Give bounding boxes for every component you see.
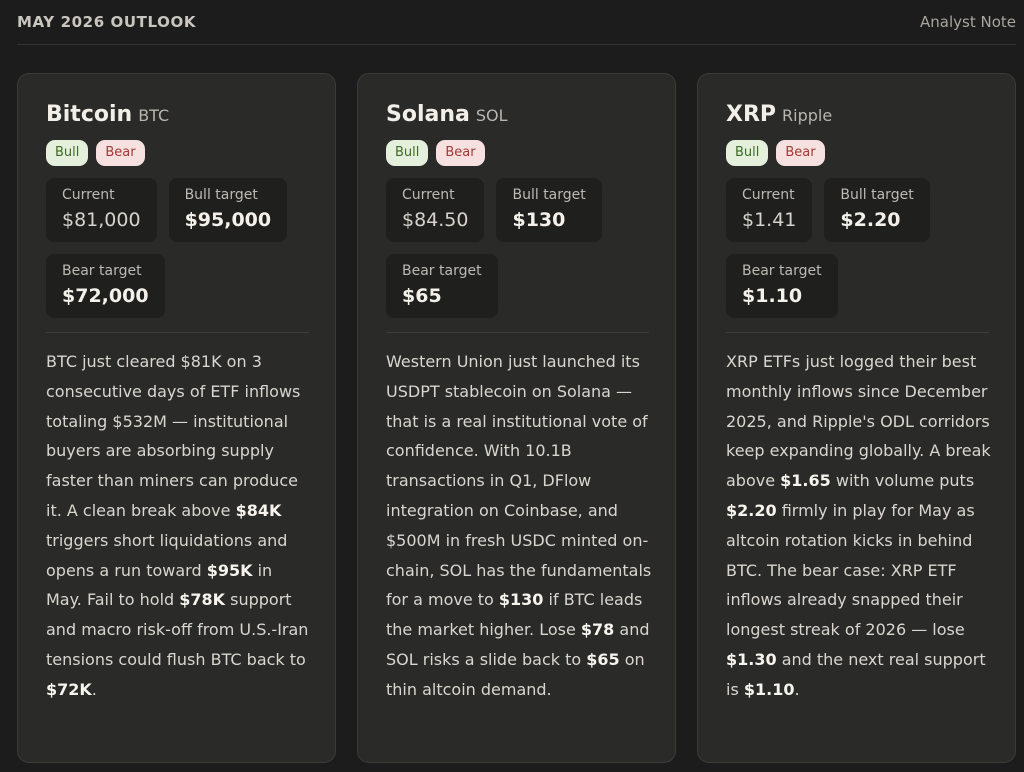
price-highlight: $95K	[206, 560, 253, 580]
price-highlight: $1.65	[780, 471, 831, 491]
bear-target-label: Bear target	[62, 263, 142, 279]
current-price-stat: Current $81,000	[46, 178, 157, 242]
bear-target-label: Bear target	[402, 263, 482, 279]
bull-badge: Bull	[726, 140, 769, 166]
page-title: MAY 2026 OUTLOOK	[17, 13, 197, 31]
price-highlight: $1.10	[743, 679, 795, 699]
price-highlight: $2.20	[726, 500, 777, 520]
price-highlight: $65	[586, 649, 620, 669]
price-stats: Current $84.50 Bull target $130 Bear tar…	[386, 178, 650, 318]
coin-card: Solana SOL Bull Bear Current $84.50 Bull…	[357, 73, 676, 763]
price-highlight: $130	[498, 590, 544, 610]
analysis-text: Western Union just launched its USDPT st…	[386, 347, 652, 705]
current-price-value: $1.41	[742, 209, 797, 231]
bull-target-value: $130	[512, 209, 566, 231]
bear-target-value: $1.10	[742, 285, 803, 307]
bear-target-stat: Bear target $1.10	[726, 254, 838, 318]
price-highlight: $84K	[235, 500, 282, 520]
bull-target-stat: Bull target $95,000	[168, 178, 288, 242]
bear-badge: Bear	[96, 140, 145, 166]
bear-target-label: Bear target	[742, 263, 822, 279]
analyst-note-label: Analyst Note	[920, 13, 1016, 31]
card-title-row: Bitcoin BTC	[46, 102, 307, 136]
bull-target-stat: Bull target $130	[496, 178, 602, 242]
analysis-text-segment: Western Union just launched its USDPT st…	[386, 352, 652, 610]
card-title-row: XRP Ripple	[726, 102, 987, 136]
coin-name: Solana	[386, 102, 470, 127]
bear-badge: Bear	[776, 140, 825, 166]
analysis-text-segment: .	[794, 679, 800, 699]
bull-target-label: Bull target	[184, 187, 258, 203]
card-divider	[726, 332, 989, 333]
price-highlight: $78K	[179, 590, 226, 610]
price-highlight: $1.30	[726, 649, 777, 669]
bull-target-value: $95,000	[184, 209, 272, 231]
card-divider	[386, 332, 649, 333]
analysis-text-segment: XRP ETFs just logged their best monthly …	[726, 352, 991, 491]
coin-card: XRP Ripple Bull Bear Current $1.41 Bull …	[697, 73, 1016, 763]
price-stats: Current $81,000 Bull target $95,000 Bear…	[46, 178, 310, 318]
analysis-text-segment: .	[91, 679, 97, 699]
analysis-text-segment: firmly in play for May as altcoin rotati…	[726, 500, 975, 640]
sentiment-badges: Bull Bear	[46, 140, 307, 166]
current-price-stat: Current $84.50	[386, 178, 485, 242]
sentiment-badges: Bull Bear	[726, 140, 987, 166]
bear-target-value: $72,000	[62, 285, 149, 307]
analysis-text-segment: with volume puts	[830, 471, 975, 491]
price-highlight: $72K	[46, 679, 92, 699]
coin-card: Bitcoin BTC Bull Bear Current $81,000 Bu…	[17, 73, 336, 763]
page-header: MAY 2026 OUTLOOK Analyst Note	[17, 0, 1016, 45]
coin-ticker: Ripple	[782, 106, 833, 125]
bull-badge: Bull	[386, 140, 429, 166]
current-price-stat: Current $1.41	[726, 178, 813, 242]
current-price-label: Current	[62, 187, 115, 203]
bear-target-stat: Bear target $72,000	[46, 254, 165, 318]
coin-name: Bitcoin	[46, 102, 133, 127]
card-divider	[46, 332, 309, 333]
bear-target-stat: Bear target $65	[386, 254, 498, 318]
current-price-value: $81,000	[62, 209, 141, 231]
card-title-row: Solana SOL	[386, 102, 647, 136]
bear-target-value: $65	[402, 285, 442, 307]
coin-ticker: BTC	[138, 106, 170, 125]
sentiment-badges: Bull Bear	[386, 140, 647, 166]
price-stats: Current $1.41 Bull target $2.20 Bear tar…	[726, 178, 990, 318]
bull-badge: Bull	[46, 140, 89, 166]
current-price-value: $84.50	[402, 209, 469, 231]
bull-target-value: $2.20	[840, 209, 901, 231]
current-price-label: Current	[742, 187, 795, 203]
bear-badge: Bear	[436, 140, 485, 166]
analysis-text: BTC just cleared $81K on 3 consecutive d…	[46, 347, 312, 705]
coin-ticker: SOL	[475, 106, 508, 125]
price-highlight: $78	[580, 620, 615, 640]
analysis-text: XRP ETFs just logged their best monthly …	[726, 347, 992, 705]
analysis-text-segment: BTC just cleared $81K on 3 consecutive d…	[46, 352, 301, 520]
bull-target-label: Bull target	[512, 187, 586, 203]
bull-target-label: Bull target	[840, 187, 914, 203]
bull-target-stat: Bull target $2.20	[824, 178, 930, 242]
coin-name: XRP	[726, 102, 777, 127]
current-price-label: Current	[402, 187, 455, 203]
